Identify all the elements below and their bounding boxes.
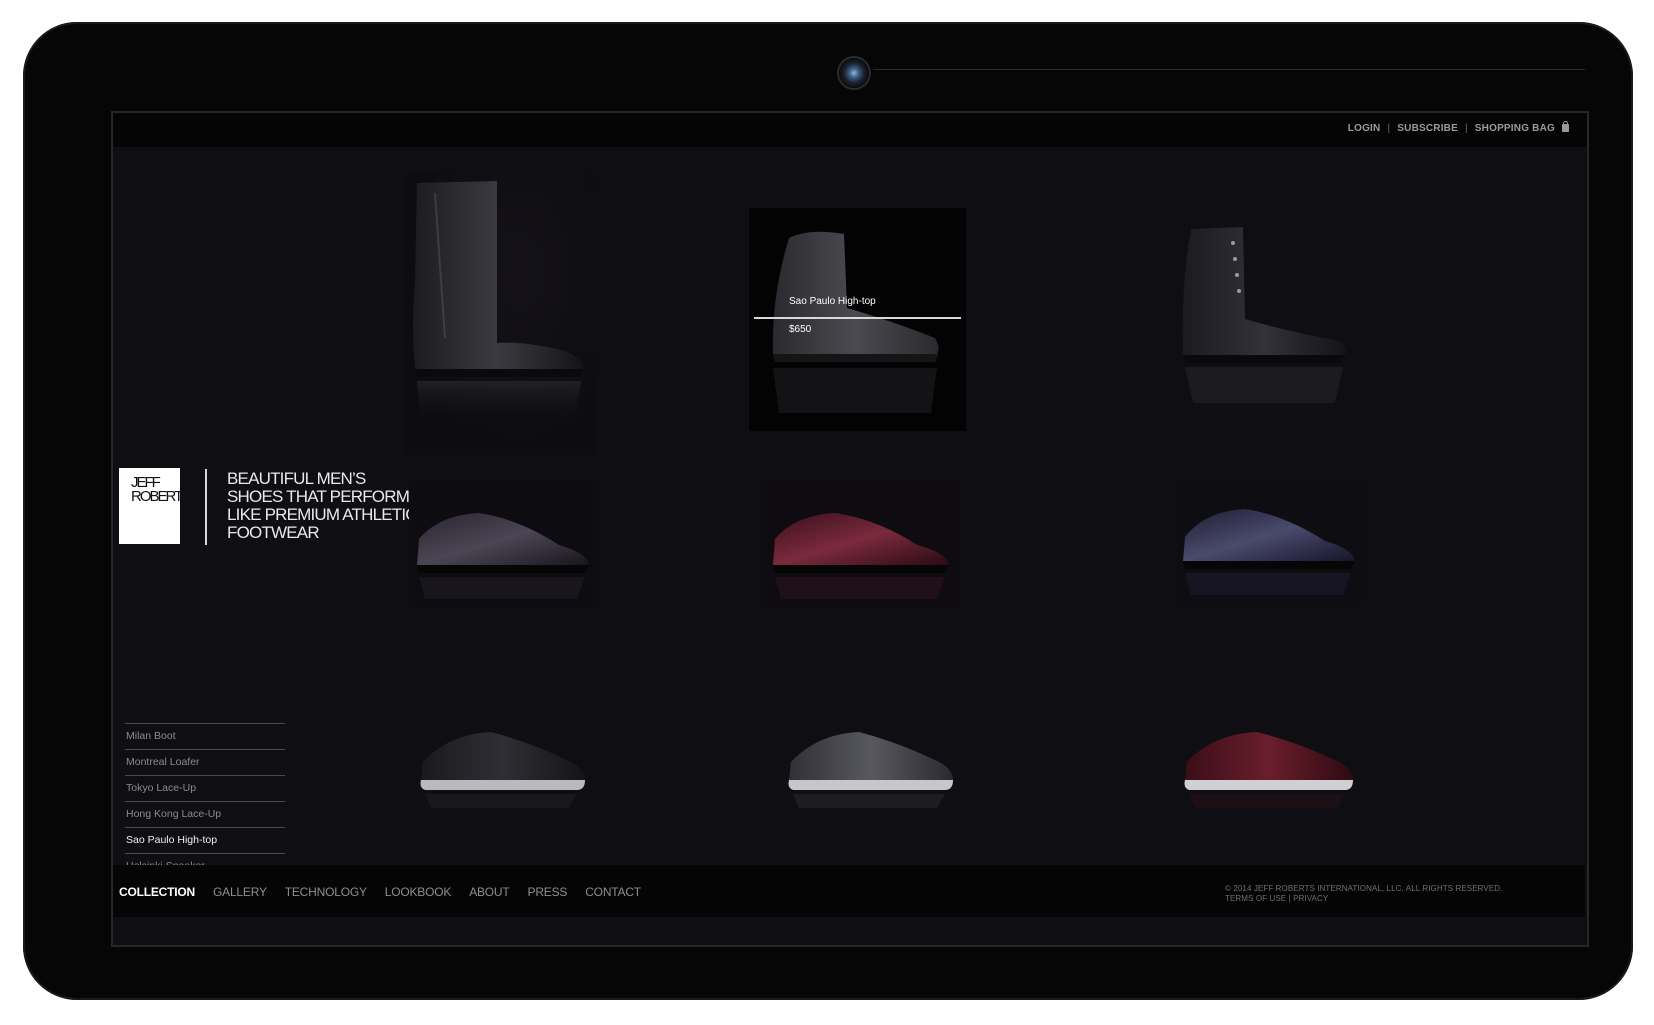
- nav-press[interactable]: PRESS: [528, 885, 568, 899]
- browser-viewport: LOGIN | SUBSCRIBE | SHOPPING BAG JEFF RO…: [111, 111, 1589, 947]
- hover-product-name: Sao Paulo High-top: [789, 296, 876, 307]
- product-list-item-active[interactable]: Sao Paulo High-top: [125, 827, 285, 853]
- logo-wordmark: JEFF ROBERTS: [131, 474, 191, 505]
- top-utility-bar: LOGIN | SUBSCRIBE | SHOPPING BAG: [113, 113, 1587, 147]
- utility-nav: LOGIN | SUBSCRIBE | SHOPPING BAG: [1348, 120, 1569, 134]
- legal-block: © 2014 JEFF ROBERTS INTERNATIONAL, LLC. …: [1225, 884, 1502, 904]
- product-tile-sneaker-black[interactable]: [409, 718, 599, 813]
- oxford-black-image: [417, 513, 589, 599]
- bezel-line: [873, 69, 1585, 70]
- boot-image: [413, 181, 583, 423]
- hover-product-price: $650: [789, 324, 812, 335]
- product-tile-oxford-black[interactable]: [409, 479, 599, 609]
- product-tile-oxford-navy[interactable]: [1177, 479, 1363, 607]
- laceup-boot-image: [1182, 227, 1347, 403]
- legal-links: TERMS OF USE | PRIVACY: [1225, 894, 1502, 904]
- nav-gallery[interactable]: GALLERY: [213, 885, 267, 899]
- privacy-link[interactable]: PRIVACY: [1293, 894, 1328, 903]
- sneaker-grey-image: [788, 732, 953, 808]
- sneaker-burgundy-image: [1184, 732, 1353, 808]
- footer-bar: COLLECTION GALLERY TECHNOLOGY LOOKBOOK A…: [113, 865, 1585, 917]
- shopping-bag-link[interactable]: SHOPPING BAG: [1475, 123, 1555, 134]
- login-link[interactable]: LOGIN: [1348, 123, 1381, 134]
- product-tile-sneaker-grey[interactable]: [777, 718, 967, 813]
- oxford-navy-image: [1183, 509, 1355, 595]
- copyright-text: © 2014 JEFF ROBERTS INTERNATIONAL, LLC. …: [1225, 884, 1503, 893]
- nav-about[interactable]: ABOUT: [469, 885, 510, 899]
- product-tile-boot[interactable]: [405, 173, 595, 455]
- oxford-burgundy-image: [773, 513, 949, 599]
- device-frame: LOGIN | SUBSCRIBE | SHOPPING BAG JEFF RO…: [23, 22, 1633, 1000]
- subscribe-link[interactable]: SUBSCRIBE: [1397, 123, 1458, 134]
- product-tile-laceup-boot[interactable]: [1173, 223, 1363, 423]
- product-list-item[interactable]: Montreal Loafer: [125, 749, 285, 775]
- tagline-divider: [205, 469, 207, 545]
- main-nav: COLLECTION GALLERY TECHNOLOGY LOOKBOOK A…: [119, 885, 659, 899]
- nav-contact[interactable]: CONTACT: [585, 885, 641, 899]
- webcam-icon: [839, 58, 869, 88]
- product-list-item[interactable]: Tokyo Lace-Up: [125, 775, 285, 801]
- terms-link[interactable]: TERMS OF USE: [1225, 894, 1286, 903]
- product-list-item[interactable]: Hong Kong Lace-Up: [125, 801, 285, 827]
- hover-divider: [754, 317, 961, 319]
- legal-separator: |: [1288, 894, 1291, 903]
- nav-technology[interactable]: TECHNOLOGY: [285, 885, 367, 899]
- product-tile-oxford-burgundy[interactable]: [761, 479, 961, 609]
- shopping-bag-icon[interactable]: [1562, 120, 1569, 132]
- product-list-item[interactable]: Milan Boot: [125, 723, 285, 749]
- product-tile-hover[interactable]: Sao Paulo High-top $650: [749, 208, 966, 431]
- sneaker-black-image: [420, 732, 585, 808]
- product-list: Milan Boot Montreal Loafer Tokyo Lace-Up…: [125, 723, 285, 879]
- hightop-image: [772, 231, 939, 413]
- utility-separator: |: [1464, 123, 1468, 134]
- nav-collection[interactable]: COLLECTION: [119, 885, 195, 899]
- brand-logo[interactable]: JEFF ROBERTS: [119, 468, 191, 544]
- brand-tagline: BEAUTIFUL MEN’S SHOES THAT PERFORM LIKE …: [227, 469, 418, 542]
- product-tile-sneaker-burgundy[interactable]: [1173, 718, 1368, 813]
- utility-separator: |: [1387, 123, 1391, 134]
- nav-lookbook[interactable]: LOOKBOOK: [385, 885, 452, 899]
